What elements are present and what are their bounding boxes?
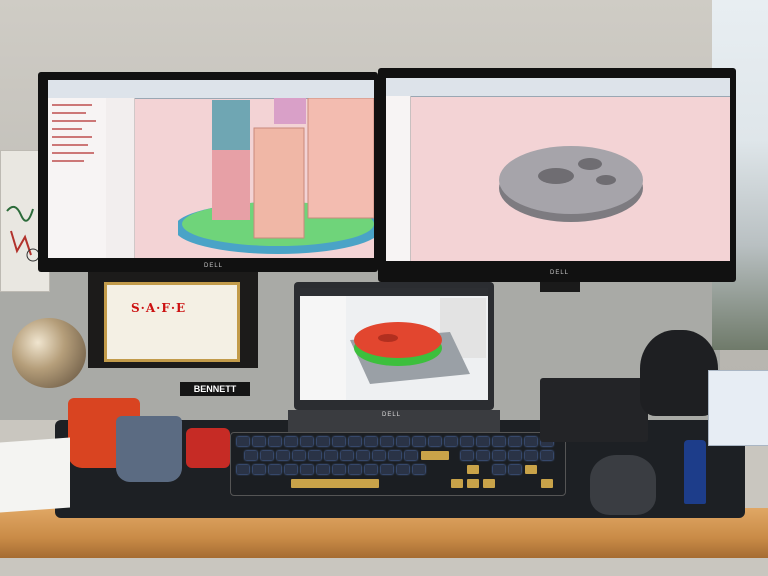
- chrome-sphere: [12, 318, 86, 388]
- cad-model-tree[interactable]: [48, 98, 107, 258]
- cad-toolbar[interactable]: [48, 80, 374, 99]
- mechanical-keyboard[interactable]: [230, 432, 566, 496]
- paper-stack: [0, 437, 70, 513]
- certificate: S·A·F·E: [104, 282, 240, 362]
- right-monitor-screen[interactable]: [386, 78, 730, 261]
- tissue-box: [708, 370, 768, 446]
- laptop-screen[interactable]: [300, 288, 488, 400]
- right-monitor-brand: DELL: [550, 270, 570, 276]
- laptop-brand: DELL: [382, 412, 402, 418]
- right-monitor-stand: [540, 282, 580, 292]
- cad-feature-list[interactable]: [106, 98, 135, 258]
- left-monitor-brand: DELL: [204, 263, 224, 269]
- blue-mug-icon: [116, 416, 182, 482]
- helmet-icon: [640, 330, 718, 416]
- name-plate: BENNETT: [180, 382, 250, 396]
- bottle-icon: [684, 440, 706, 504]
- cad-model-tree-right[interactable]: [386, 96, 411, 261]
- tray-stack: [540, 378, 648, 442]
- certificate-title: S·A·F·E: [131, 301, 187, 315]
- cad-toolbar-right[interactable]: [386, 78, 730, 97]
- cad-part-view[interactable]: [496, 128, 646, 228]
- left-monitor-screen[interactable]: [48, 80, 374, 258]
- cad-assembly-view[interactable]: [178, 98, 374, 258]
- slicer-view[interactable]: [300, 288, 488, 400]
- tape-measure-icon: [186, 428, 230, 468]
- laptop-base: DELL: [288, 410, 500, 432]
- mouse-icon[interactable]: [590, 455, 656, 515]
